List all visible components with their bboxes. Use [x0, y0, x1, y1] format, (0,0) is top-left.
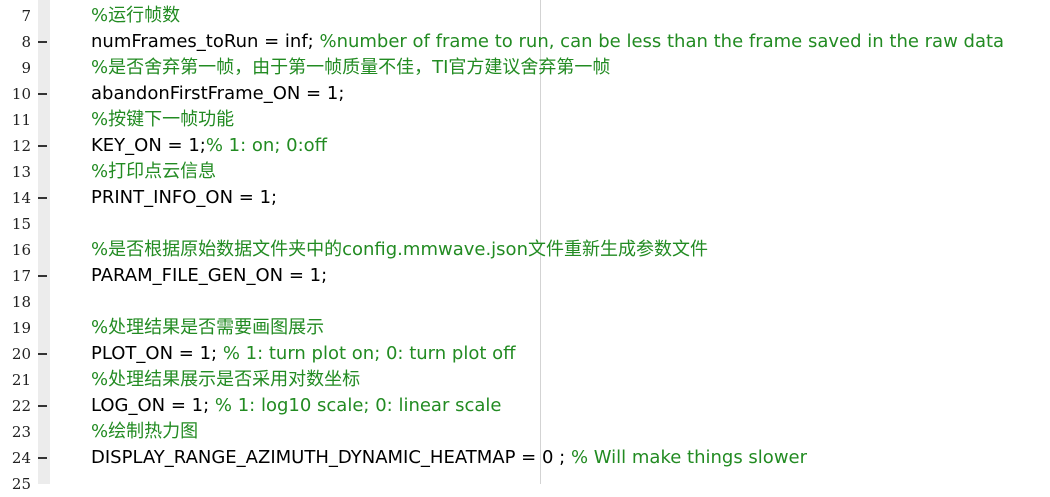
code-line[interactable]: 14 PRINT_INFO_ON = 1;: [0, 185, 1050, 211]
line-number: 21: [11, 371, 31, 389]
code-text: LOG_ON = 1; % 1: log10 scale; 0: linear …: [91, 393, 501, 419]
code-text: KEY_ON = 1;% 1: on; 0:off: [91, 133, 327, 159]
code-text: PRINT_INFO_ON = 1;: [91, 185, 277, 211]
line-number: 22: [11, 397, 31, 415]
code-line[interactable]: 11 %按键下一帧功能: [0, 107, 1050, 133]
line-number: 18: [11, 293, 31, 311]
line-number: 20: [11, 345, 31, 363]
line-number: 15: [11, 215, 31, 233]
breakpoint-marker[interactable]: [38, 353, 47, 355]
code-text: DISPLAY_RANGE_AZIMUTH_DYNAMIC_HEATMAP = …: [91, 445, 807, 471]
code-text: %打印点云信息: [91, 159, 216, 185]
code-line[interactable]: 24 DISPLAY_RANGE_AZIMUTH_DYNAMIC_HEATMAP …: [0, 445, 1050, 471]
code-line[interactable]: 20 PLOT_ON = 1; % 1: turn plot on; 0: tur…: [0, 341, 1050, 367]
code-statement: PLOT_ON = 1;: [91, 343, 223, 364]
breakpoint-marker[interactable]: [38, 197, 47, 199]
code-line[interactable]: 8 numFrames_toRun = inf; %number of frame…: [0, 29, 1050, 55]
code-statement: LOG_ON = 1;: [91, 395, 215, 416]
code-comment: %处理结果展示是否采用对数坐标: [91, 369, 361, 390]
code-statement: KEY_ON = 1;: [91, 135, 206, 156]
code-comment: %按键下一帧功能: [91, 109, 235, 130]
code-text: PLOT_ON = 1; % 1: turn plot on; 0: turn …: [91, 341, 516, 367]
code-text: %是否舍弃第一帧，由于第一帧质量不佳，TI官方建议舍弃第一帧: [91, 55, 610, 81]
code-line[interactable]: 15: [0, 211, 1050, 237]
code-comment: %打印点云信息: [91, 161, 217, 182]
code-comment: %是否根据原始数据文件夹中的config.mmwave.json文件重新生成参数…: [91, 239, 708, 260]
line-number: 16: [11, 241, 31, 259]
code-statement: PARAM_FILE_GEN_ON = 1;: [91, 265, 328, 286]
code-comment: % 1: turn plot on; 0: turn plot off: [222, 343, 516, 364]
code-text: PARAM_FILE_GEN_ON = 1;: [91, 263, 327, 289]
code-comment: % 1: on; 0:off: [205, 135, 328, 156]
line-number: 8: [21, 33, 31, 51]
code-text: numFrames_toRun = inf; %number of frame …: [91, 29, 1004, 55]
breakpoint-marker[interactable]: [38, 93, 47, 95]
code-text: %绘制热力图: [91, 419, 198, 445]
code-line[interactable]: 23 %绘制热力图: [0, 419, 1050, 445]
code-comment: %运行帧数: [91, 5, 181, 26]
line-number: 12: [11, 137, 31, 155]
code-comment: %是否舍弃第一帧，由于第一帧质量不佳，TI官方建议舍弃第一帧: [91, 57, 611, 78]
line-number: 14: [11, 189, 31, 207]
line-number: 23: [11, 423, 31, 441]
breakpoint-marker[interactable]: [38, 275, 47, 277]
code-line[interactable]: 22 LOG_ON = 1; % 1: log10 scale; 0: linea…: [0, 393, 1050, 419]
code-statement: numFrames_toRun = inf;: [91, 31, 320, 52]
code-statement: abandonFirstFrame_ON = 1;: [91, 83, 345, 104]
line-number: 7: [21, 7, 31, 25]
code-line[interactable]: 19 %处理结果是否需要画图展示: [0, 315, 1050, 341]
line-number: 24: [11, 449, 31, 467]
line-number: 25: [11, 475, 31, 493]
code-comment: %绘制热力图: [91, 421, 199, 442]
code-text: %处理结果是否需要画图展示: [91, 315, 324, 341]
code-line[interactable]: 7 %运行帧数: [0, 3, 1050, 29]
line-number: 17: [11, 267, 31, 285]
breakpoint-marker[interactable]: [38, 41, 47, 43]
code-text: %是否根据原始数据文件夹中的config.mmwave.json文件重新生成参数…: [91, 237, 708, 263]
code-line[interactable]: 18: [0, 289, 1050, 315]
code-text: %处理结果展示是否采用对数坐标: [91, 367, 360, 393]
code-line[interactable]: 25: [0, 471, 1050, 497]
line-number: 10: [11, 85, 31, 103]
code-statement: PRINT_INFO_ON = 1;: [91, 187, 278, 208]
code-comment: % Will make things slower: [570, 447, 808, 468]
code-line[interactable]: 17 PARAM_FILE_GEN_ON = 1;: [0, 263, 1050, 289]
breakpoint-marker[interactable]: [38, 457, 47, 459]
breakpoint-marker[interactable]: [38, 405, 47, 407]
line-number: 11: [11, 111, 31, 129]
code-statement: DISPLAY_RANGE_AZIMUTH_DYNAMIC_HEATMAP = …: [91, 447, 571, 468]
code-line[interactable]: 21 %处理结果展示是否采用对数坐标: [0, 367, 1050, 393]
code-text: %按键下一帧功能: [91, 107, 234, 133]
code-text: %运行帧数: [91, 3, 180, 29]
code-comment: %处理结果是否需要画图展示: [91, 317, 325, 338]
code-line[interactable]: 10 abandonFirstFrame_ON = 1;: [0, 81, 1050, 107]
line-number: 9: [21, 59, 31, 77]
code-text: abandonFirstFrame_ON = 1;: [91, 81, 344, 107]
code-line[interactable]: 13 %打印点云信息: [0, 159, 1050, 185]
code-comment: %number of frame to run, can be less tha…: [319, 31, 1005, 52]
code-line[interactable]: 12 KEY_ON = 1;% 1: on; 0:off: [0, 133, 1050, 159]
code-line[interactable]: 16 %是否根据原始数据文件夹中的config.mmwave.json文件重新生成…: [0, 237, 1050, 263]
code-line[interactable]: 9 %是否舍弃第一帧，由于第一帧质量不佳，TI官方建议舍弃第一帧: [0, 55, 1050, 81]
line-number: 19: [11, 319, 31, 337]
line-number: 13: [11, 163, 31, 181]
breakpoint-marker[interactable]: [38, 145, 47, 147]
code-comment: % 1: log10 scale; 0: linear scale: [214, 395, 502, 416]
